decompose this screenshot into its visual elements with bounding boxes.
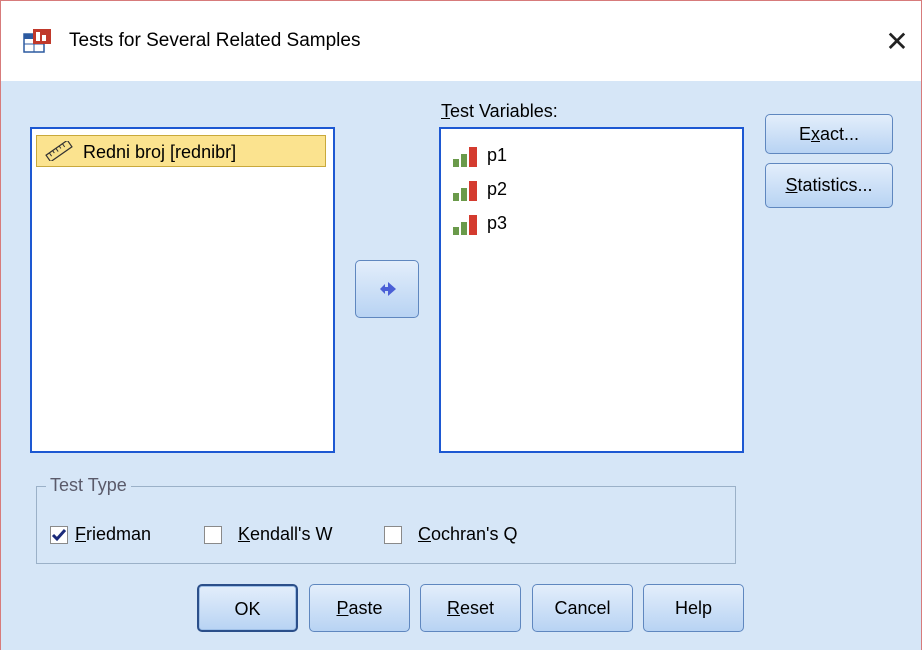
ok-button[interactable]: OK	[197, 584, 298, 632]
source-variable-list[interactable]: Redni broj [rednibr]	[30, 127, 335, 453]
cochrans-q-label: Cochran's Q	[418, 524, 518, 544]
window-border-left	[0, 80, 1, 650]
ordinal-bar-icon	[453, 181, 477, 201]
exact-button[interactable]: Exact...	[765, 114, 893, 154]
list-item-label: p3	[487, 213, 508, 233]
list-item[interactable]: Redni broj [rednibr]	[36, 135, 326, 167]
friedman-label: Friedman	[75, 524, 152, 544]
list-item-label: p2	[487, 179, 508, 199]
arrow-right-icon	[380, 282, 396, 296]
test-variables-label: Test Variables:	[441, 101, 558, 121]
reset-button[interactable]: Reset	[420, 584, 521, 632]
title-bar: Tests for Several Related Samples ✕	[0, 0, 922, 81]
checkmark-icon	[51, 529, 67, 542]
window-title: Tests for Several Related Samples	[69, 30, 361, 51]
list-item-label: p1	[487, 145, 508, 165]
cochrans-q-checkbox[interactable]	[384, 526, 402, 544]
move-to-test-variables-button[interactable]	[355, 260, 419, 318]
kendalls-w-label: Kendall's W	[238, 524, 333, 544]
ruler-icon	[45, 141, 73, 161]
spss-app-icon	[23, 29, 51, 53]
ordinal-bar-icon	[453, 147, 477, 167]
cancel-button[interactable]: Cancel	[532, 584, 633, 632]
ordinal-bar-icon	[453, 215, 477, 235]
statistics-button[interactable]: Statistics...	[765, 163, 893, 208]
test-variables-list[interactable]: p1 p2 p3	[439, 127, 744, 453]
test-type-title: Test Type	[46, 475, 131, 496]
list-item-label: Redni broj [rednibr]	[83, 142, 237, 162]
kendalls-w-checkbox[interactable]	[204, 526, 222, 544]
friedman-checkbox[interactable]	[50, 526, 68, 544]
paste-button[interactable]: Paste	[309, 584, 410, 632]
close-icon[interactable]: ✕	[879, 25, 915, 59]
help-button[interactable]: Help	[643, 584, 744, 632]
